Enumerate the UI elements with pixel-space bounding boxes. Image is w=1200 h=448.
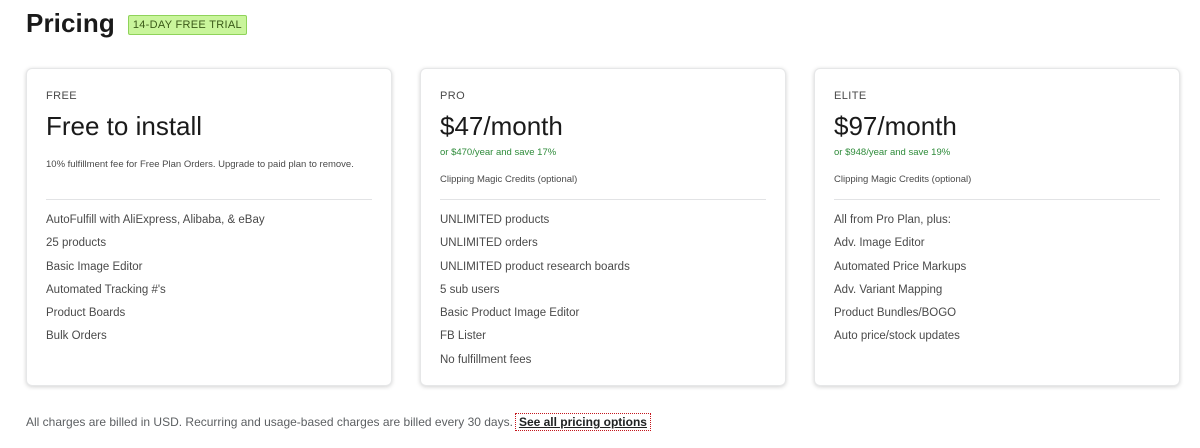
plan-cards: FREE Free to install 10% fulfillment fee…	[26, 68, 1182, 388]
pricing-header: Pricing 14-DAY FREE TRIAL	[26, 8, 247, 39]
feature-list: UNLIMITED products UNLIMITED orders UNLI…	[440, 212, 630, 375]
plan-name: FREE	[46, 90, 77, 102]
feature-item: UNLIMITED product research boards	[440, 260, 630, 273]
feature-item: Basic Product Image Editor	[440, 307, 580, 320]
annual-savings: or $470/year and save 17%	[440, 147, 557, 158]
plan-note: Clipping Magic Credits (optional)	[440, 174, 578, 185]
feature-item: Automated Tracking #'s	[46, 283, 166, 296]
plan-price: $97/month	[834, 111, 957, 141]
feature-item: AutoFulfill with AliExpress, Alibaba, & …	[46, 214, 265, 226]
plan-name: ELITE	[834, 90, 867, 102]
plan-price: Free to install	[46, 111, 203, 141]
plan-note: 10% fulfillment fee for Free Plan Orders…	[46, 159, 354, 170]
feature-item: 25 products	[46, 237, 107, 250]
feature-item: Auto price/stock updates	[834, 330, 960, 343]
divider	[46, 199, 372, 200]
plan-name: PRO	[440, 90, 466, 102]
feature-item: No fulfillment fees	[440, 353, 532, 366]
feature-item: All from Pro Plan, plus:	[834, 214, 951, 226]
plan-card-elite[interactable]: ELITE $97/month or $948/year and save 19…	[814, 68, 1180, 386]
feature-item: Bulk Orders	[46, 330, 107, 343]
free-trial-badge: 14-DAY FREE TRIAL	[127, 14, 247, 35]
plan-card-free[interactable]: FREE Free to install 10% fulfillment fee…	[26, 68, 392, 386]
feature-list: All from Pro Plan, plus: Adv. Image Edit…	[834, 212, 966, 352]
annual-savings: or $948/year and save 19%	[834, 147, 951, 158]
plan-note: Clipping Magic Credits (optional)	[834, 174, 972, 185]
feature-item: Product Bundles/BOGO	[834, 307, 957, 320]
divider	[834, 199, 1160, 200]
feature-item: Adv. Image Editor	[834, 237, 925, 250]
plan-card-pro[interactable]: PRO $47/month or $470/year and save 17% …	[420, 68, 786, 386]
feature-item: Automated Price Markups	[834, 260, 967, 273]
divider	[440, 199, 766, 200]
feature-item: 5 sub users	[440, 283, 500, 296]
plan-price: $47/month	[440, 111, 563, 141]
feature-list: AutoFulfill with AliExpress, Alibaba, & …	[46, 212, 265, 352]
see-all-pricing-link[interactable]: See all pricing options	[514, 413, 651, 431]
billing-note: All charges are billed in USD. Recurring…	[26, 415, 513, 429]
feature-item: UNLIMITED products	[440, 214, 550, 226]
pricing-page: Pricing 14-DAY FREE TRIAL FREE Free to i…	[0, 0, 1200, 448]
feature-item: Adv. Variant Mapping	[834, 283, 943, 296]
page-title: Pricing	[26, 8, 115, 38]
feature-item: Basic Image Editor	[46, 260, 143, 273]
feature-item: FB Lister	[440, 330, 487, 343]
feature-item: UNLIMITED orders	[440, 237, 538, 250]
billing-footer: All charges are billed in USD. Recurring…	[26, 413, 651, 431]
feature-item: Product Boards	[46, 307, 126, 320]
